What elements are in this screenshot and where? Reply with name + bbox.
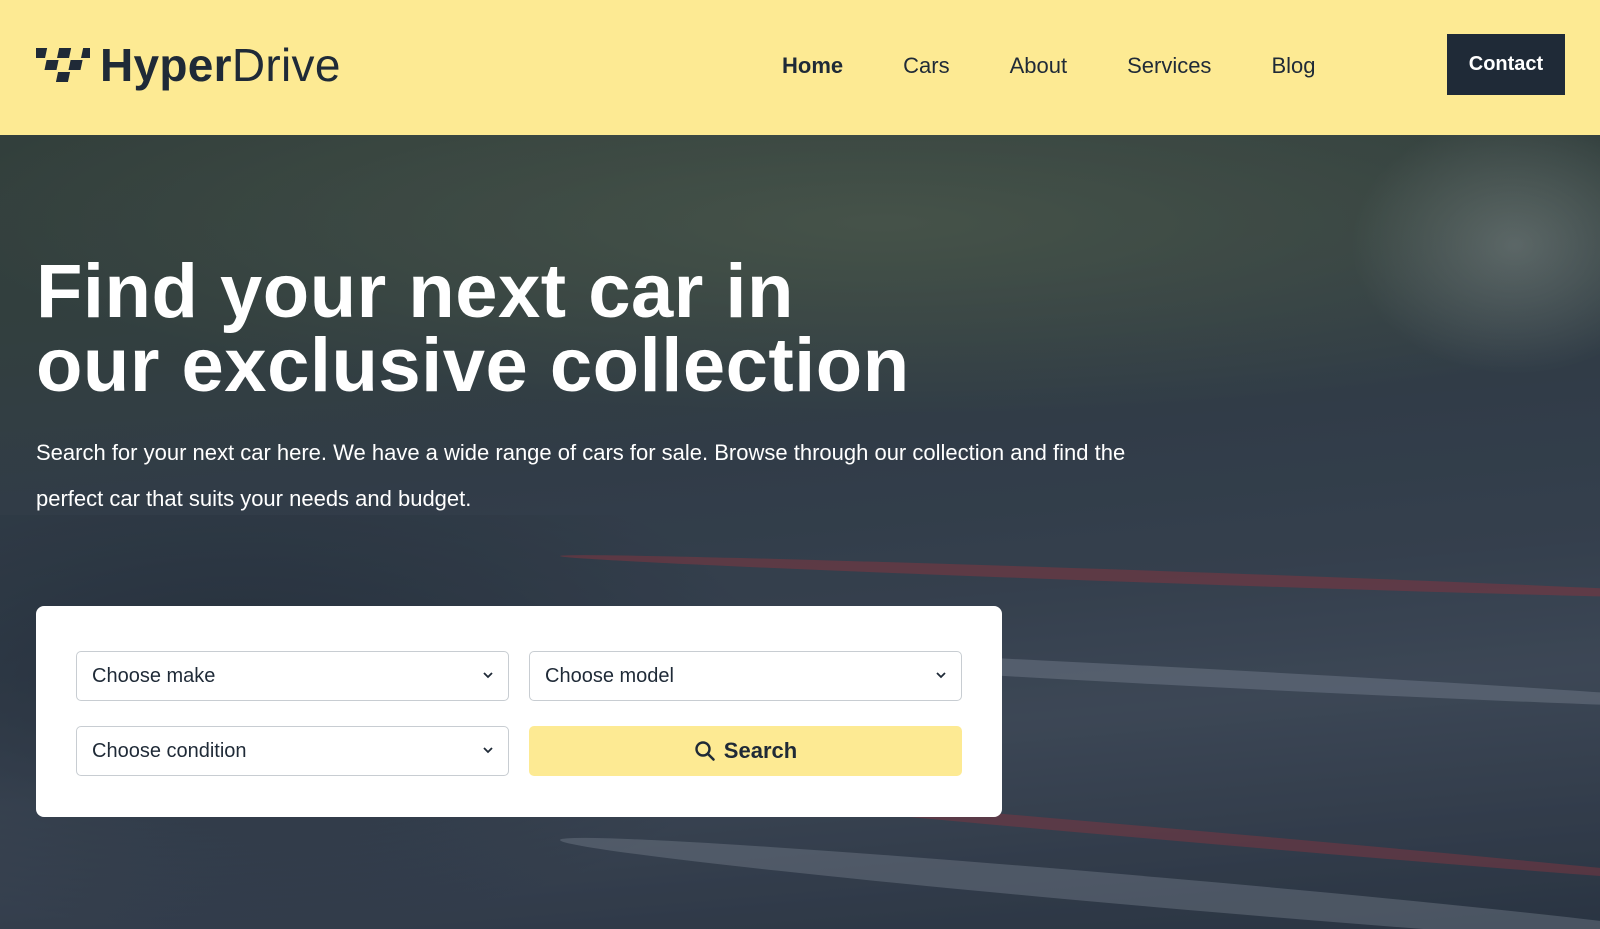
brand-name-light: Drive	[231, 39, 341, 91]
model-select-label: Choose model	[545, 664, 674, 687]
checkered-flag-icon	[36, 48, 90, 82]
brand-name: HyperDrive	[100, 42, 341, 88]
site-header: HyperDrive Home Cars About Services Blog…	[0, 0, 1600, 135]
nav-about[interactable]: About	[1010, 53, 1068, 79]
search-card: Choose make Choose model Choose conditio…	[36, 606, 1002, 817]
condition-select-label: Choose condition	[92, 739, 247, 762]
hero-subtitle: Search for your next car here. We have a…	[36, 440, 1126, 511]
chevron-down-icon	[936, 672, 946, 679]
hero-title-line-2: our exclusive collection	[36, 323, 910, 408]
hero-title-line-1: Find your next car in	[36, 249, 794, 334]
hero-title: Find your next car in our exclusive coll…	[36, 249, 1036, 408]
nav-services[interactable]: Services	[1127, 53, 1211, 79]
make-select[interactable]: Choose make	[76, 651, 509, 701]
search-icon	[695, 741, 715, 761]
model-select[interactable]: Choose model	[529, 651, 962, 701]
nav-blog[interactable]: Blog	[1271, 53, 1315, 79]
contact-button[interactable]: Contact	[1447, 34, 1565, 95]
logo[interactable]: HyperDrive	[36, 40, 341, 90]
condition-select[interactable]: Choose condition	[76, 726, 509, 776]
chevron-down-icon	[483, 672, 493, 679]
hero-section: Find your next car in our exclusive coll…	[0, 135, 1600, 929]
main-nav: Home Cars About Services Blog	[782, 0, 1375, 132]
make-select-label: Choose make	[92, 664, 216, 687]
search-button-label: Search	[723, 738, 798, 763]
nav-home[interactable]: Home	[782, 53, 843, 79]
search-button[interactable]: Search	[529, 726, 962, 776]
brand-name-bold: Hyper	[100, 39, 232, 91]
chevron-down-icon	[483, 747, 493, 754]
nav-cars[interactable]: Cars	[903, 53, 949, 79]
